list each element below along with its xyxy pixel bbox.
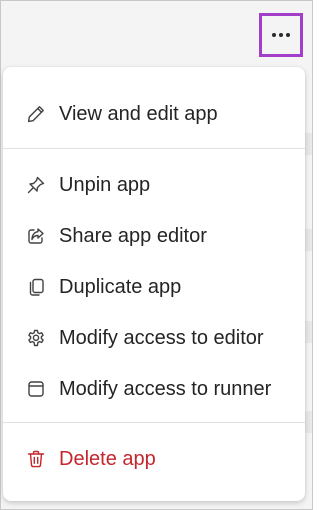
- gear-icon: [26, 328, 46, 348]
- menu-divider: [3, 422, 305, 423]
- background-row-edge: [304, 229, 312, 251]
- menu-item-label: View and edit app: [59, 103, 218, 125]
- window-icon: [26, 379, 46, 399]
- menu-item-duplicate-app[interactable]: Duplicate app: [3, 264, 305, 310]
- menu-item-delete-app[interactable]: Delete app: [3, 436, 305, 482]
- menu-divider: [3, 148, 305, 149]
- pencil-icon: [26, 104, 46, 124]
- menu-item-label: Share app editor: [59, 225, 207, 247]
- background-row-edge: [304, 133, 312, 155]
- more-horizontal-icon: [271, 33, 291, 37]
- menu-item-modify-access-to-runner[interactable]: Modify access to runner: [3, 366, 305, 412]
- more-options-button[interactable]: [259, 13, 303, 57]
- pin-off-icon: [26, 175, 46, 195]
- menu-item-share-app-editor[interactable]: Share app editor: [3, 213, 305, 259]
- menu-item-modify-access-to-editor[interactable]: Modify access to editor: [3, 315, 305, 361]
- menu-item-label: Modify access to editor: [59, 327, 264, 349]
- menu-item-label: Delete app: [59, 448, 156, 470]
- share-icon: [26, 226, 46, 246]
- menu-item-unpin-app[interactable]: Unpin app: [3, 162, 305, 208]
- context-menu: View and edit app Unpin app Share app ed…: [3, 67, 305, 501]
- menu-item-view-and-edit-app[interactable]: View and edit app: [3, 91, 305, 137]
- background-row-edge: [304, 321, 312, 343]
- menu-item-label: Modify access to runner: [59, 378, 272, 400]
- background-row-edge: [304, 411, 312, 433]
- duplicate-icon: [26, 277, 46, 297]
- menu-item-label: Duplicate app: [59, 276, 182, 298]
- menu-item-label: Unpin app: [59, 174, 151, 196]
- trash-icon: [26, 449, 46, 469]
